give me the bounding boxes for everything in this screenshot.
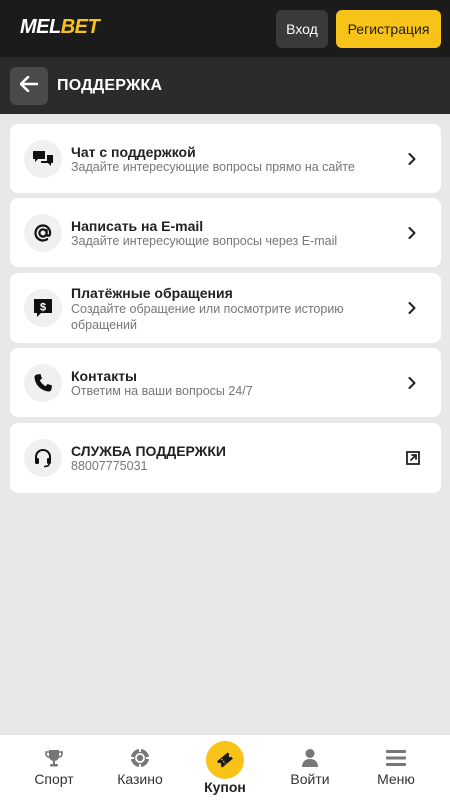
menu-icon [385,747,407,769]
trophy-icon [43,747,65,769]
chat-icon [24,140,62,178]
item-title: СЛУЖБА ПОДДЕРЖКИ [71,443,226,459]
nav-login[interactable]: Войти [275,735,345,800]
chevron-right-icon [405,152,419,166]
headset-icon [24,439,62,477]
nav-menu[interactable]: Меню [361,735,431,800]
support-item-hotline[interactable]: СЛУЖБА ПОДДЕРЖКИ 88007775031 [10,423,441,493]
item-title: Написать на E-mail [71,218,204,234]
chevron-right-icon [405,226,419,240]
nav-casino[interactable]: Казино [105,735,175,800]
nav-label: Спорт [34,771,74,787]
item-subtitle: Задайте интересующие вопросы через E-mai… [71,234,338,248]
at-icon [24,214,62,252]
top-bar: MELBET Вход Регистрация [0,0,450,57]
page-header: ПОДДЕРЖКА [0,57,450,114]
nav-coupon[interactable]: Купон [190,735,260,800]
support-item-payments[interactable]: $ Платёжные обращения Создайте обращение… [10,273,441,343]
payment-icon: $ [24,289,62,327]
arrow-left-icon [19,75,39,97]
ticket-icon [206,741,244,779]
item-subtitle: Создайте обращение или посмотрите истори… [71,302,344,332]
casino-chip-icon [129,747,151,769]
phone-icon [24,364,62,402]
svg-text:$: $ [40,302,46,314]
item-title: Чат с поддержкой [71,144,196,160]
chevron-right-icon [405,376,419,390]
nav-label: Войти [290,771,330,787]
support-item-email[interactable]: Написать на E-mail Задайте интересующие … [10,198,441,267]
chevron-right-icon [405,301,419,315]
bottom-nav: Спорт Казино Купон Войти Меню [0,734,450,800]
nav-label: Меню [377,771,415,787]
melbet-logo[interactable]: MELBET [20,16,100,39]
nav-sport[interactable]: Спорт [19,735,89,800]
back-button[interactable] [10,67,48,105]
user-icon [299,747,321,769]
external-link-icon [406,451,420,465]
nav-label: Казино [117,771,163,787]
page-title: ПОДДЕРЖКА [57,77,163,94]
register-button[interactable]: Регистрация [336,10,441,48]
item-subtitle: 88007775031 [71,459,148,473]
item-title: Контакты [71,368,138,384]
login-button[interactable]: Вход [276,10,328,48]
support-item-chat[interactable]: Чат с поддержкой Задайте интересующие во… [10,124,441,193]
support-item-contacts[interactable]: Контакты Ответим на ваши вопросы 24/7 [10,348,441,417]
nav-label: Купон [204,779,246,795]
item-subtitle: Задайте интересующие вопросы прямо на са… [71,160,355,174]
item-title: Платёжные обращения [71,285,233,301]
item-subtitle: Ответим на ваши вопросы 24/7 [71,384,253,398]
